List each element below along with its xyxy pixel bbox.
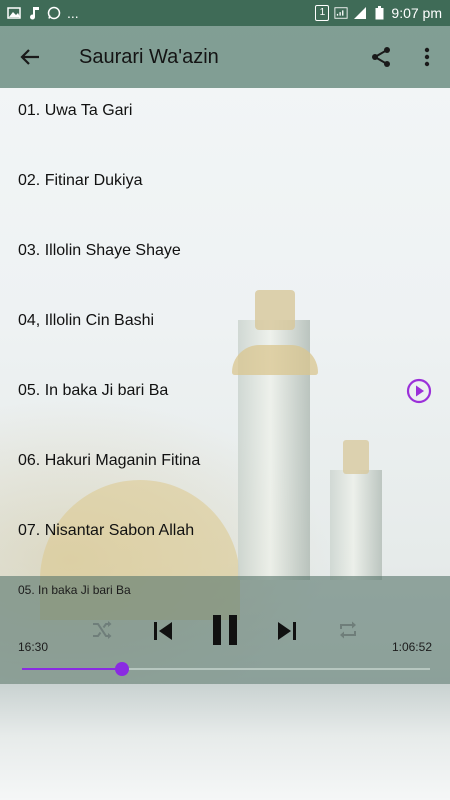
track-title: 05. In baka Ji bari Ba — [18, 382, 169, 399]
more-notifications: ... — [67, 5, 79, 21]
page-title: Saurari Wa'azin — [79, 45, 219, 68]
share-icon — [372, 47, 390, 67]
next-icon — [278, 622, 296, 640]
status-indicators: 1 9:07 pm — [315, 5, 450, 21]
track-title: 06. Hakuri Maganin Fitina — [18, 452, 201, 469]
track-list: 01. Uwa Ta Gari 02. Fitinar Dukiya 03. I… — [0, 88, 450, 578]
elapsed-time: 16:30 — [18, 640, 49, 654]
previous-icon — [154, 622, 172, 640]
list-item-track-6[interactable]: 06. Hakuri Maganin Fitina — [0, 438, 450, 508]
repeat-icon — [340, 621, 356, 639]
app-bar: Saurari Wa'azin — [0, 26, 450, 88]
sim-badge: 1 — [319, 7, 326, 18]
battery-icon — [372, 6, 386, 20]
track-title: 04, Illolin Cin Bashi — [18, 312, 155, 329]
player-panel: 05. In baka Ji bari Ba 16:30 1:06:52 — [0, 576, 450, 684]
list-item-track-1[interactable]: 01. Uwa Ta Gari — [0, 88, 450, 158]
total-duration: 1:06:52 — [391, 640, 432, 654]
image-icon — [7, 6, 21, 20]
sim-icon: 1 — [315, 5, 330, 21]
play-circle-icon[interactable] — [406, 378, 432, 404]
more-vert-icon — [424, 47, 430, 67]
list-item-track-5[interactable]: 05. In baka Ji bari Ba — [0, 368, 450, 438]
signal-icon — [353, 6, 367, 20]
pause-icon — [213, 615, 237, 645]
overflow-menu-button[interactable] — [404, 26, 450, 88]
shuffle-button[interactable] — [88, 616, 116, 644]
next-button[interactable] — [272, 616, 302, 646]
seek-bar[interactable] — [22, 662, 430, 676]
music-note-icon — [27, 6, 41, 20]
share-button[interactable] — [358, 26, 404, 88]
repeat-button[interactable] — [334, 616, 362, 644]
seek-bar-progress — [22, 668, 123, 670]
whatsapp-icon — [47, 6, 61, 20]
status-time: 9:07 pm — [391, 5, 442, 21]
track-title: 07. Nisantar Sabon Allah — [18, 522, 195, 539]
track-title: 03. Illolin Shaye Shaye — [18, 242, 181, 259]
track-title: 01. Uwa Ta Gari — [18, 102, 133, 119]
list-item-track-7[interactable]: 07. Nisantar Sabon Allah — [0, 508, 450, 578]
shuffle-icon — [93, 621, 112, 639]
app-bar-actions — [358, 26, 450, 88]
arrow-back-icon — [20, 49, 39, 65]
track-title: 02. Fitinar Dukiya — [18, 172, 143, 189]
back-button[interactable] — [0, 26, 60, 88]
background-bottom — [0, 684, 450, 800]
now-playing-title: 05. In baka Ji bari Ba — [18, 583, 131, 597]
list-item-track-3[interactable]: 03. Illolin Shaye Shaye — [0, 228, 450, 298]
list-item-track-4[interactable]: 04, Illolin Cin Bashi — [0, 298, 450, 368]
pause-button[interactable] — [207, 610, 243, 650]
seek-thumb[interactable] — [115, 662, 130, 676]
status-bar: ... 1 9:07 pm — [0, 0, 450, 26]
previous-button[interactable] — [148, 616, 178, 646]
list-item-track-2[interactable]: 02. Fitinar Dukiya — [0, 158, 450, 228]
status-notifications: ... — [0, 5, 79, 21]
wifi-icon — [334, 6, 348, 20]
